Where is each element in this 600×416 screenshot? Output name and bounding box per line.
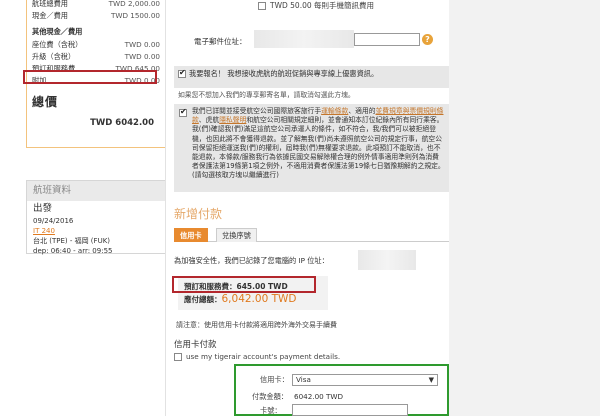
fare-amount: TWD 0.00 xyxy=(124,76,160,85)
promo-note: 如果您不想加入我們的專享郵寄名單，請取消勾選此方塊。 xyxy=(178,91,355,99)
promo-optin-box: 我要報名！ 我想接收虎航的航班促銷與專享線上優惠資訊。 xyxy=(174,66,449,88)
sms-fee-checkbox[interactable] xyxy=(258,2,266,10)
email-label: 電子郵件位址： xyxy=(194,37,247,46)
total-label: 總價 xyxy=(32,95,59,109)
terms-text: 、適用的 xyxy=(348,107,376,115)
fare-row: 升級（含稅） TWD 0.00 xyxy=(32,51,160,63)
fare-label: 航班總費用 xyxy=(32,0,68,8)
chevron-down-icon: ▼ xyxy=(428,376,434,384)
terms-text: 我們已詳閱並接受航空公司國際旅客旅行手 xyxy=(192,107,322,115)
email-redacted xyxy=(254,30,354,48)
fare-label: 座位費（含稅） xyxy=(32,40,83,49)
fare-label: 升級（含稅） xyxy=(32,52,76,61)
terms-text: 和航空公司相關規定細則，並會通知本訂位紀錄內所有同行乘客。我(們)確認我(們)滿… xyxy=(192,116,445,180)
fare-label: 預訂和服務費 xyxy=(32,64,76,73)
fare-amount: TWD 2,000.00 xyxy=(108,0,160,8)
fare-amount: TWD 645.00 xyxy=(115,64,160,73)
card-type-value: Visa xyxy=(296,375,311,384)
ip-redacted xyxy=(358,250,416,270)
total-amount: TWD 6042.00 xyxy=(90,118,154,128)
right-margin xyxy=(449,0,600,416)
sms-fee-label: TWD 50.00 每則手機簡訊費用 xyxy=(270,1,375,10)
payable-total-label: 應付總額： xyxy=(184,295,222,304)
help-icon[interactable]: ? xyxy=(422,34,433,45)
fare-amount: TWD 0.00 xyxy=(124,40,160,49)
flight-info-panel: 航班資料 出發 09/24/2016 IT 240 台北 (TPE) - 福岡 … xyxy=(26,180,166,255)
flight-direction: 出發 xyxy=(33,203,53,214)
fare-summary: 航班總費用 TWD 2,000.00 現金／費用 TWD 1500.00 其他現… xyxy=(23,0,166,148)
promo-checkbox-label: 我要報名！ 我想接收虎航的航班促銷與專享線上優惠資訊。 xyxy=(189,69,379,78)
fare-amount: TWD 0.00 xyxy=(124,52,160,61)
email-field[interactable] xyxy=(354,33,420,46)
flight-info-body: 出發 09/24/2016 IT 240 台北 (TPE) - 福岡 (FUK)… xyxy=(27,201,165,259)
terms-link-carriage[interactable]: 運輸條款 xyxy=(321,107,348,115)
main-content: TWD 50.00 每則手機簡訊費用 電子郵件位址： ? 我要報名！ 我想接收虎… xyxy=(166,0,449,416)
fx-fee-note: 請注意：使用信用卡付款將適用跨外海外交易手續費 xyxy=(176,321,337,329)
terms-text: 、虎航 xyxy=(198,116,220,125)
terms-box: 我們已詳閱並接受航空公司國際旅客旅行手運輸條款、適用的並費規章與票價規則條款、虎… xyxy=(174,104,449,192)
use-account-checkbox[interactable] xyxy=(174,353,182,361)
fare-section-heading: 其他現金／費用 xyxy=(32,27,83,36)
credit-card-form: 信用卡： Visa ▼ 付款金額： 6042.00 TWD 卡號： xyxy=(234,364,449,416)
fare-row-service-fee: 預訂和服務費 TWD 645.00 xyxy=(32,63,160,75)
card-type-label: 信用卡： xyxy=(260,375,289,384)
payment-amount-label: 付款金額： xyxy=(252,392,288,401)
payment-amount-value: 6042.00 TWD xyxy=(294,392,344,401)
fare-row: 航班總費用 TWD 2,000.00 xyxy=(32,0,160,10)
payable-total-line: 應付總額：6,042.00 TWD xyxy=(184,293,296,305)
use-account-option: use my tigerair account's payment detail… xyxy=(174,352,340,361)
flight-times: dep: 06:40 - arr: 09:55 xyxy=(33,247,113,255)
sms-fee-option: TWD 50.00 每則手機簡訊費用 xyxy=(258,0,374,11)
payable-total-value: 6,042.00 TWD xyxy=(221,293,297,305)
fare-row: 附加 TWD 0.00 xyxy=(32,75,160,87)
fare-amount: TWD 1500.00 xyxy=(110,11,160,20)
payment-tabs: 信用卡 兌換序號 xyxy=(174,228,449,242)
flight-number-link[interactable]: IT 240 xyxy=(33,226,159,236)
flight-info-header: 航班資料 xyxy=(27,181,165,201)
flight-route: 台北 (TPE) - 福岡 (FUK) xyxy=(33,237,111,245)
sidebar: 航班總費用 TWD 2,000.00 現金／費用 TWD 1500.00 其他現… xyxy=(23,0,166,416)
terms-checkbox[interactable] xyxy=(179,107,187,117)
card-number-field[interactable] xyxy=(292,404,408,416)
fare-label: 現金／費用 xyxy=(32,11,68,20)
card-type-select[interactable]: Visa ▼ xyxy=(292,374,438,386)
fare-row: 座位費（含稅） TWD 0.00 xyxy=(32,39,160,51)
use-account-label: use my tigerair account's payment detail… xyxy=(186,352,341,361)
ip-notice: 為加強安全性，我們已記錄了您電腦的 IP 位址： xyxy=(174,256,329,265)
payment-section-title: 新增付款 xyxy=(174,207,223,221)
fare-label: 附加 xyxy=(32,76,47,85)
fare-row: 現金／費用 TWD 1500.00 xyxy=(32,10,160,22)
tab-credit-card[interactable]: 信用卡 xyxy=(174,228,208,242)
terms-link-privacy[interactable]: 隱私聲明 xyxy=(219,116,246,124)
flight-date: 09/24/2016 xyxy=(33,217,74,225)
tab-voucher[interactable]: 兌換序號 xyxy=(216,228,257,242)
promo-checkbox[interactable] xyxy=(178,68,186,78)
credit-card-section-title: 信用卡付款 xyxy=(174,340,217,350)
service-fee-line: 預訂和服務費：645.00 TWD xyxy=(184,282,288,291)
card-number-label: 卡號： xyxy=(260,406,282,415)
